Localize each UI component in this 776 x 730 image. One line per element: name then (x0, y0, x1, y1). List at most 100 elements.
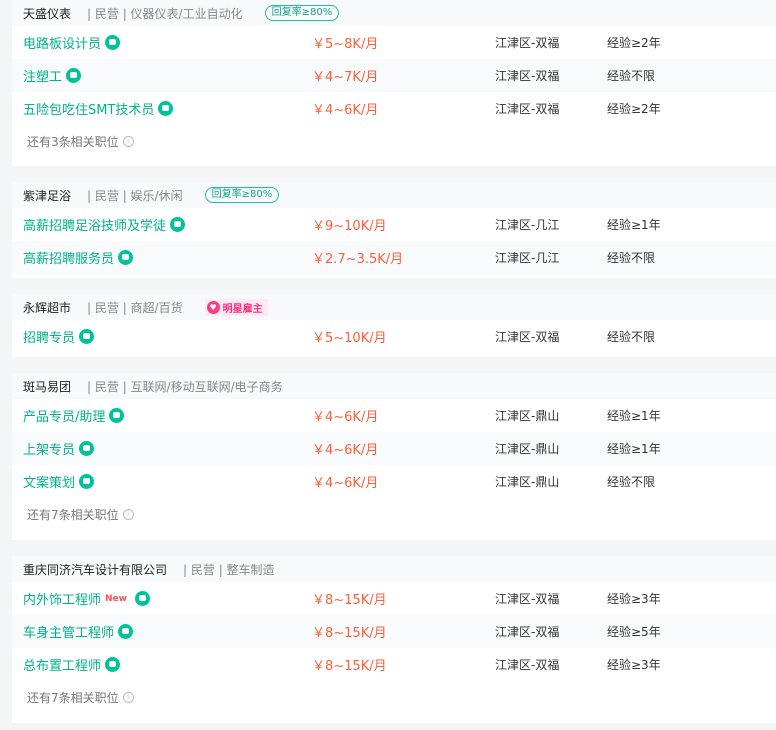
job-title-link[interactable]: 总布置工程师 (23, 655, 121, 674)
company-meta: | 民营 | 仪器仪表/工业自动化 (87, 6, 243, 21)
company-name[interactable]: 重庆同济汽车设计有限公司 (23, 561, 167, 578)
chat-bubble-icon[interactable] (105, 657, 121, 672)
job-row[interactable]: 高薪招聘足浴技师及学徒 ￥9~10K/月 江津区-几江 经验≥1年 (12, 208, 776, 241)
job-experience: 经验不限 (607, 330, 656, 344)
job-title-link[interactable]: 高薪招聘服务员 (23, 248, 134, 267)
job-salary: ￥5~10K/月 (312, 331, 387, 346)
job-row[interactable]: 内外饰工程师 New ￥8~15K/月 江津区-双福 经验≥3年 (12, 582, 776, 615)
job-title-link[interactable]: 招聘专员 (23, 327, 95, 346)
reply-rate-badge: 回复率≥80% (264, 5, 340, 21)
job-salary: ￥4~6K/月 (312, 103, 379, 118)
company-name[interactable]: 紫津足浴 (23, 187, 71, 204)
chat-bubble-icon[interactable] (118, 250, 134, 265)
job-title-link[interactable]: 电路板设计员 (23, 33, 121, 52)
company-card: 斑马易团 | 民营 | 互联网/移动互联网/电子商务 产品专员/助理 ￥4~6K… (12, 373, 776, 540)
chat-bubble-icon[interactable] (79, 329, 95, 344)
info-icon: i (122, 136, 134, 147)
company-meta: | 民营 | 商超/百货 (87, 300, 183, 315)
company-header: 天盛仪表 | 民营 | 仪器仪表/工业自动化 回复率≥80% (12, 0, 776, 26)
chat-bubble-icon[interactable] (109, 408, 125, 423)
job-location: 江津区-双福 (495, 658, 560, 672)
company-name[interactable]: 永辉超市 (23, 299, 71, 316)
info-icon: i (122, 692, 134, 703)
job-row[interactable]: 产品专员/助理 ￥4~6K/月 江津区-鼎山 经验≥1年 (12, 399, 776, 432)
job-salary: ￥8~15K/月 (312, 626, 387, 641)
company-header: 斑马易团 | 民营 | 互联网/移动互联网/电子商务 (12, 373, 776, 399)
company-header: 永辉超市 | 民营 | 商超/百货 ♥ 明星雇主 (12, 294, 776, 320)
job-title-link[interactable]: 五险包吃住SMT技术员 (23, 99, 174, 118)
job-row[interactable]: 高薪招聘服务员 ￥2.7~3.5K/月 江津区-几江 经验不限 (12, 241, 776, 274)
job-title-link[interactable]: 车身主管工程师 (23, 622, 134, 641)
company-card: 紫津足浴 | 民营 | 娱乐/休闲 回复率≥80% 高薪招聘足浴技师及学徒 ￥9… (12, 182, 776, 278)
job-experience: 经验≥2年 (607, 36, 661, 50)
job-experience: 经验≥1年 (607, 442, 661, 456)
job-experience: 经验不限 (607, 251, 656, 265)
job-location: 江津区-双福 (495, 69, 560, 83)
job-salary: ￥5~8K/月 (312, 37, 379, 52)
job-title-link[interactable]: 产品专员/助理 (23, 406, 125, 425)
job-experience: 经验≥2年 (607, 102, 661, 116)
job-row[interactable]: 招聘专员 ￥5~10K/月 江津区-双福 经验不限 (12, 320, 776, 353)
job-title-link[interactable]: 上架专员 (23, 439, 95, 458)
job-title-link[interactable]: 注塑工 (23, 66, 82, 85)
chat-bubble-icon[interactable] (134, 591, 150, 606)
job-salary: ￥8~15K/月 (312, 593, 387, 608)
job-salary: ￥2.7~3.5K/月 (312, 252, 404, 267)
job-location: 江津区-双福 (495, 592, 560, 606)
chat-bubble-icon[interactable] (79, 441, 95, 456)
company-header: 重庆同济汽车设计有限公司 | 民营 | 整车制造 (12, 556, 776, 582)
info-icon: i (122, 509, 134, 520)
job-experience: 经验≥3年 (607, 658, 661, 672)
chat-bubble-icon[interactable] (158, 101, 174, 116)
more-jobs-link[interactable]: 还有7条相关职位 i (12, 498, 776, 531)
job-row[interactable]: 总布置工程师 ￥8~15K/月 江津区-双福 经验≥3年 (12, 648, 776, 681)
job-title-link[interactable]: 高薪招聘足浴技师及学徒 (23, 215, 186, 234)
job-experience: 经验≥1年 (607, 409, 661, 423)
company-name[interactable]: 天盛仪表 (23, 5, 71, 22)
job-location: 江津区-双福 (495, 330, 560, 344)
job-title-link[interactable]: 文案策划 (23, 472, 95, 491)
reply-rate-badge: 回复率≥80% (204, 187, 280, 203)
job-experience: 经验≥5年 (607, 625, 661, 639)
job-experience: 经验≥1年 (607, 218, 661, 232)
job-salary: ￥8~15K/月 (312, 659, 387, 674)
star-employer-badge: ♥ 明星雇主 (204, 298, 268, 316)
job-salary: ￥4~6K/月 (312, 443, 379, 458)
new-tag: New (105, 593, 127, 604)
company-meta: | 民营 | 互联网/移动互联网/电子商务 (87, 379, 283, 394)
job-title-link[interactable]: 内外饰工程师 New (23, 589, 150, 608)
job-row[interactable]: 文案策划 ￥4~6K/月 江津区-鼎山 经验不限 (12, 465, 776, 498)
job-experience: 经验不限 (607, 69, 656, 83)
chat-bubble-icon[interactable] (79, 474, 95, 489)
chat-bubble-icon[interactable] (66, 68, 82, 83)
job-location: 江津区-双福 (495, 102, 560, 116)
job-salary: ￥4~6K/月 (312, 476, 379, 491)
job-experience: 经验不限 (607, 475, 656, 489)
company-meta: | 民营 | 娱乐/休闲 (87, 188, 183, 203)
job-row[interactable]: 注塑工 ￥4~7K/月 江津区-双福 经验不限 (12, 59, 776, 92)
chat-bubble-icon[interactable] (118, 624, 134, 639)
job-row[interactable]: 车身主管工程师 ￥8~15K/月 江津区-双福 经验≥5年 (12, 615, 776, 648)
job-row[interactable]: 电路板设计员 ￥5~8K/月 江津区-双福 经验≥2年 (12, 26, 776, 59)
company-card: 天盛仪表 | 民营 | 仪器仪表/工业自动化 回复率≥80% 电路板设计员 ￥5… (12, 0, 776, 166)
job-location: 江津区-鼎山 (495, 475, 560, 489)
company-job-list: 天盛仪表 | 民营 | 仪器仪表/工业自动化 回复率≥80% 电路板设计员 ￥5… (0, 0, 776, 730)
job-row[interactable]: 五险包吃住SMT技术员 ￥4~6K/月 江津区-双福 经验≥2年 (12, 92, 776, 125)
job-location: 江津区-几江 (495, 218, 560, 232)
more-jobs-link[interactable]: 还有3条相关职位 i (12, 125, 776, 158)
job-salary: ￥4~7K/月 (312, 70, 379, 85)
more-jobs-link[interactable]: 还有7条相关职位 i (12, 681, 776, 714)
job-salary: ￥9~10K/月 (312, 219, 387, 234)
company-meta: | 民营 | 整车制造 (183, 562, 275, 577)
company-card: 重庆同济汽车设计有限公司 | 民营 | 整车制造 内外饰工程师 New ￥8~15… (12, 556, 776, 723)
company-header: 紫津足浴 | 民营 | 娱乐/休闲 回复率≥80% (12, 182, 776, 208)
job-location: 江津区-鼎山 (495, 409, 560, 423)
job-location: 江津区-鼎山 (495, 442, 560, 456)
heart-icon: ♥ (206, 300, 220, 314)
company-name[interactable]: 斑马易团 (23, 378, 71, 395)
job-location: 江津区-双福 (495, 36, 560, 50)
chat-bubble-icon[interactable] (170, 217, 186, 232)
job-experience: 经验≥3年 (607, 592, 661, 606)
chat-bubble-icon[interactable] (105, 35, 121, 50)
job-row[interactable]: 上架专员 ￥4~6K/月 江津区-鼎山 经验≥1年 (12, 432, 776, 465)
